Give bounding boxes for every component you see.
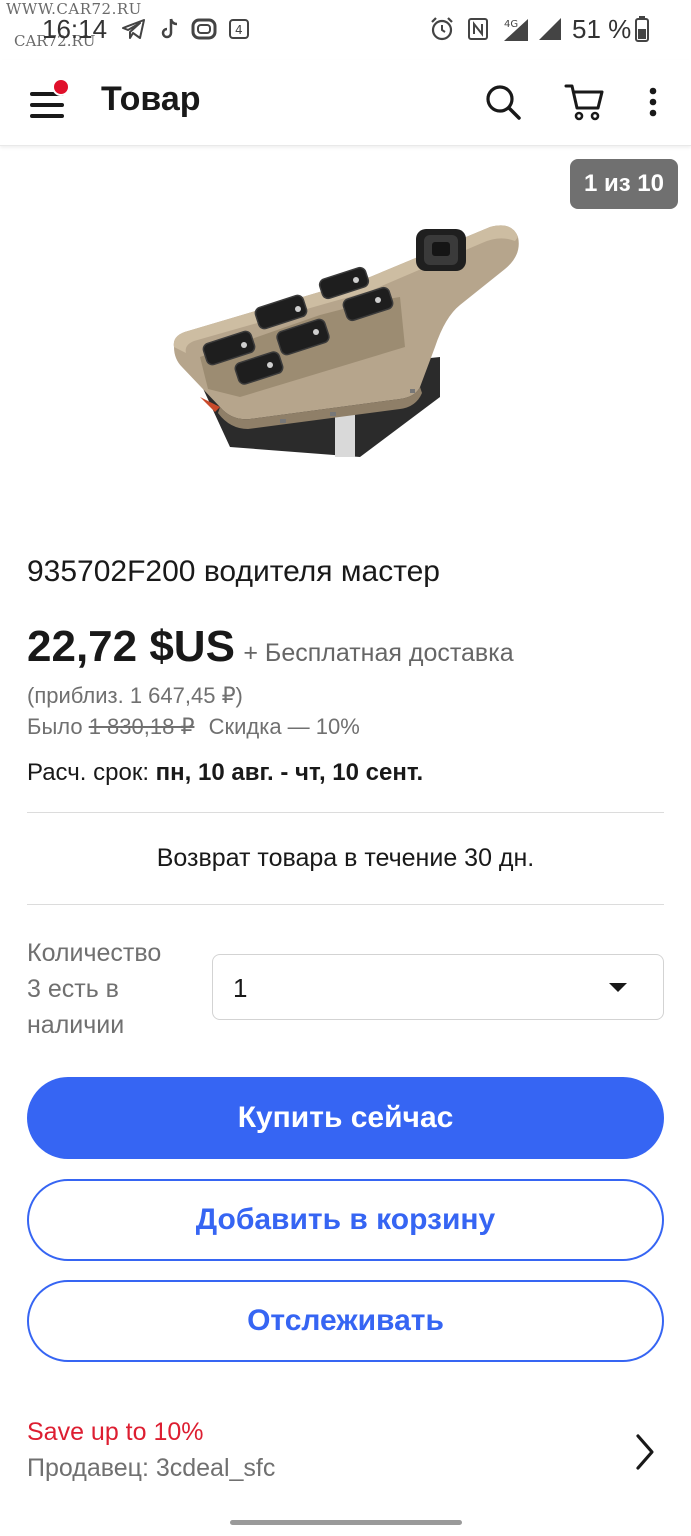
- battery-icon: [632, 14, 652, 44]
- add-to-cart-button[interactable]: Добавить в корзину: [27, 1179, 664, 1261]
- tiktok-icon: [158, 14, 182, 44]
- product-image[interactable]: [160, 207, 540, 457]
- returns-policy[interactable]: Возврат товара в течение 30 дн.: [27, 844, 664, 873]
- svg-text:4: 4: [235, 23, 243, 37]
- search-button[interactable]: [478, 77, 528, 127]
- discount-label: Скидка — 10%: [208, 714, 360, 739]
- buy-now-button[interactable]: Купить сейчас: [27, 1077, 664, 1159]
- quantity-label: Количество 3 есть в наличии: [27, 935, 197, 1043]
- signal-icon: [536, 14, 564, 44]
- quantity-label-line1: Количество: [27, 939, 162, 967]
- quantity-value: 1: [233, 973, 248, 1003]
- telegram-icon: [120, 14, 148, 44]
- alarm-icon: [428, 14, 456, 44]
- cart-icon: [564, 84, 604, 121]
- delivery-estimate: Расч. срок: пн, 10 авг. - чт, 10 сент.: [27, 759, 423, 787]
- seller-promo[interactable]: Save up to 10%: [27, 1418, 204, 1447]
- price-row: 22,72 $US + Бесплатная доставка: [27, 622, 514, 672]
- battery-percent: 51 %: [572, 14, 632, 44]
- divider: [27, 812, 664, 813]
- notification-icon: 4: [226, 14, 252, 44]
- delivery-label: Расч. срок:: [27, 759, 149, 786]
- signal-4g-icon: 4G: [500, 14, 532, 44]
- product-price: 22,72 $US: [27, 622, 235, 671]
- status-bar: WWW.CAR72.RU CAR72.RU 16:14 4 4G 51 %: [0, 0, 691, 60]
- quantity-select[interactable]: 1: [212, 954, 664, 1020]
- home-indicator[interactable]: [230, 1520, 462, 1525]
- cart-button[interactable]: [560, 77, 610, 127]
- approx-price: (приблиз. 1 647,45 ₽): [27, 683, 243, 708]
- more-button[interactable]: [630, 77, 676, 127]
- shipping-info: + Бесплатная доставка: [243, 639, 514, 667]
- watch-button[interactable]: Отслеживать: [27, 1280, 664, 1362]
- original-price-row: Было 1 830,18 ₽ Скидка — 10%: [27, 714, 360, 740]
- page-title: Товар: [101, 80, 201, 118]
- was-label: Было: [27, 714, 83, 739]
- dropdown-arrow-icon: [609, 983, 627, 992]
- status-time: 16:14: [42, 14, 108, 44]
- product-title: 935702F200 водителя мастер: [27, 555, 440, 588]
- delivery-dates: пн, 10 авг. - чт, 10 сент.: [155, 759, 424, 786]
- chevron-right-icon[interactable]: [626, 1430, 662, 1474]
- svg-text:4G: 4G: [504, 19, 518, 30]
- was-price: 1 830,18 ₽: [88, 714, 195, 739]
- stock-line1: 3 есть в: [27, 975, 119, 1003]
- divider: [27, 904, 664, 905]
- notification-badge: [52, 78, 70, 96]
- image-counter: 1 из 10: [569, 159, 678, 209]
- image-gallery[interactable]: 1 из 10: [0, 147, 691, 527]
- search-icon: [486, 85, 521, 120]
- more-icon: [649, 87, 657, 117]
- menu-button[interactable]: [26, 78, 74, 126]
- nfc-icon: [466, 14, 490, 44]
- stock-line2: наличии: [27, 1011, 125, 1039]
- app-bar: Товар: [0, 60, 691, 146]
- seller-name[interactable]: Продавец: 3cdeal_sfc: [27, 1454, 275, 1483]
- app-icon: [190, 14, 218, 44]
